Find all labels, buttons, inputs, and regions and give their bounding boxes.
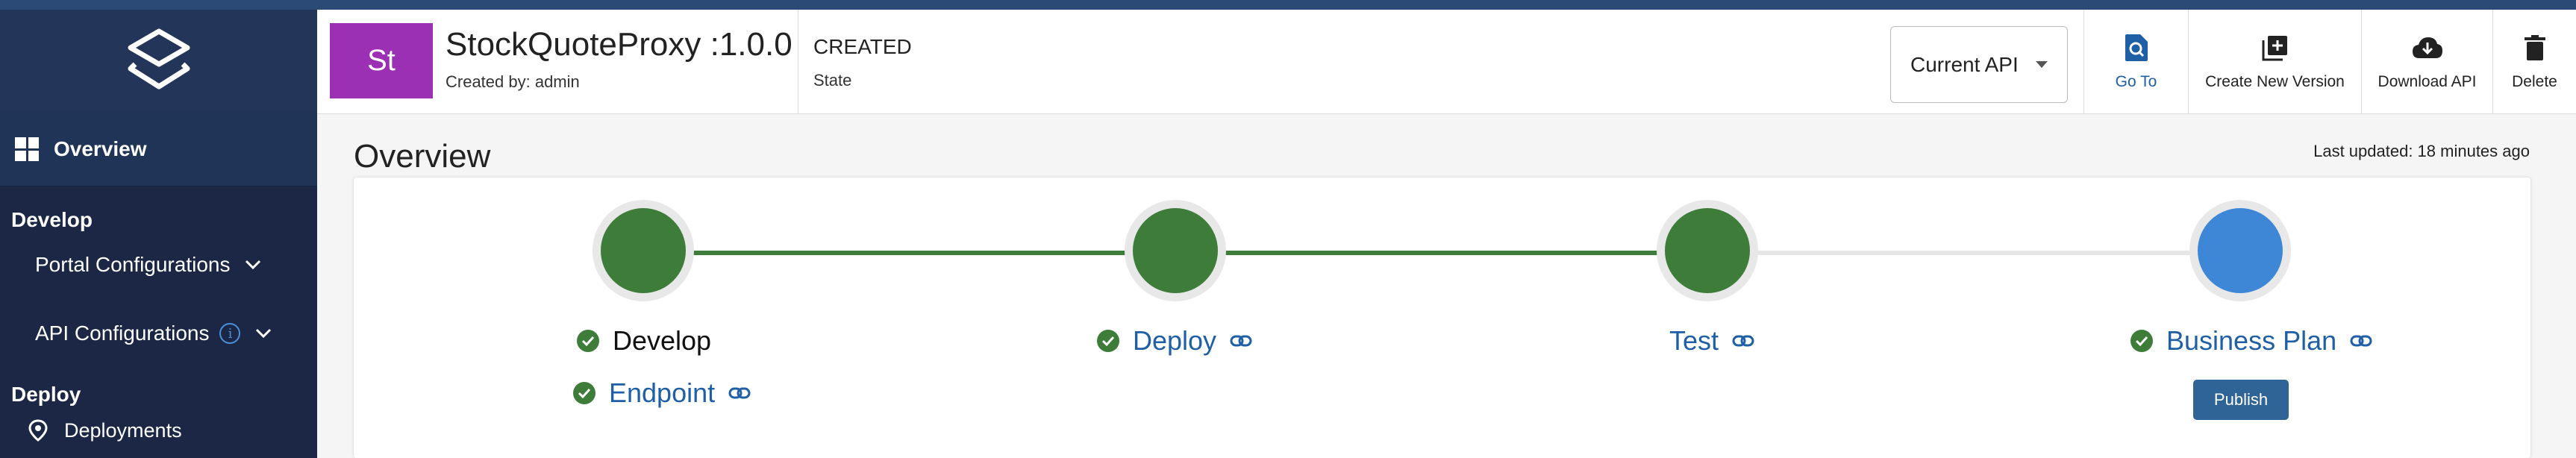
stage-circle-develop[interactable]	[593, 200, 694, 301]
stage-label: Develop	[613, 325, 712, 356]
tool-label: Delete	[2512, 73, 2557, 90]
link-icon[interactable]	[1230, 334, 1252, 348]
version-select[interactable]: Current API	[1890, 26, 2068, 103]
chevron-down-icon	[245, 255, 261, 275]
sidebar-item-api-configurations[interactable]: API Configurations i	[0, 314, 317, 353]
sidebar-item-label: Portal Configurations	[35, 253, 231, 276]
stage-test[interactable]: Test	[1669, 325, 1754, 357]
create-new-version-button[interactable]: Create New Version	[2188, 10, 2361, 114]
api-title: StockQuoteProxy :1.0.0	[446, 26, 793, 63]
check-circle-icon	[577, 330, 599, 352]
stage-circle-deploy[interactable]	[1125, 200, 1226, 301]
cloud-download-icon	[2411, 33, 2444, 63]
stage-develop: Develop	[577, 325, 711, 357]
link-icon[interactable]	[1732, 334, 1754, 348]
caret-down-icon	[2036, 61, 2048, 68]
link-icon[interactable]	[728, 386, 751, 400]
stage-circle-test[interactable]	[1657, 200, 1758, 301]
api-state-value: CREATED	[813, 35, 912, 58]
progress-line	[1707, 251, 2192, 255]
page-title: Overview	[354, 138, 491, 175]
tool-label: Go To	[2115, 73, 2157, 90]
api-created-by: Created by: admin	[446, 72, 580, 91]
stage-link-label[interactable]: Deploy	[1133, 325, 1216, 357]
api-state-label: State	[813, 71, 852, 90]
api-header: St StockQuoteProxy :1.0.0 Created by: ad…	[317, 10, 2576, 114]
stage-endpoint[interactable]: Endpoint	[573, 377, 751, 409]
stage-link-label[interactable]: Business Plan	[2166, 325, 2336, 357]
add-box-icon	[2262, 33, 2289, 63]
sidebar-item-label: API Configurations	[35, 321, 210, 345]
link-icon[interactable]	[2350, 334, 2372, 348]
progress-line	[643, 251, 1128, 255]
top-accent-bar	[0, 0, 2576, 10]
check-circle-icon	[573, 382, 595, 404]
sidebar-item-label: Overview	[54, 137, 147, 160]
download-api-button[interactable]: Download API	[2361, 10, 2492, 114]
stage-business-plan[interactable]: Business Plan	[2130, 325, 2372, 357]
sidebar-item-label: Deployments	[64, 418, 182, 442]
check-circle-icon	[1097, 330, 1119, 352]
logo[interactable]	[0, 10, 317, 113]
version-select-value: Current API	[1910, 52, 2019, 76]
sidebar-section-develop: Develop	[11, 208, 93, 231]
progress-line	[1175, 251, 1660, 255]
layers-logo-icon	[128, 28, 190, 90]
sidebar-item-deployments[interactable]: Deployments	[0, 415, 317, 445]
tool-label: Create New Version	[2205, 73, 2345, 90]
api-avatar: St	[330, 23, 433, 98]
sidebar-item-portal-configurations[interactable]: Portal Configurations	[0, 245, 317, 284]
stage-deploy[interactable]: Deploy	[1097, 325, 1252, 357]
stage-circle-business-plan[interactable]	[2189, 200, 2291, 301]
info-icon[interactable]: i	[219, 323, 241, 344]
go-to-button[interactable]: Go To	[2083, 10, 2188, 114]
delete-button[interactable]: Delete	[2492, 10, 2576, 114]
sidebar-item-overview[interactable]: Overview	[0, 113, 317, 186]
chevron-down-icon	[255, 324, 272, 343]
stage-link-label[interactable]: Endpoint	[609, 377, 715, 409]
location-pin-icon	[28, 419, 48, 442]
last-updated: Last updated: 18 minutes ago	[2313, 142, 2530, 160]
trash-icon	[2524, 33, 2545, 63]
publish-button[interactable]: Publish	[2193, 380, 2289, 420]
sidebar-section-deploy: Deploy	[11, 383, 81, 406]
tool-label: Download API	[2378, 73, 2477, 90]
sidebar: Overview Develop Portal Configurations A…	[0, 10, 317, 458]
dashboard-icon	[15, 137, 39, 161]
check-circle-icon	[2130, 330, 2153, 352]
stage-link-label[interactable]: Test	[1669, 325, 1719, 357]
search-document-icon	[2124, 33, 2149, 63]
